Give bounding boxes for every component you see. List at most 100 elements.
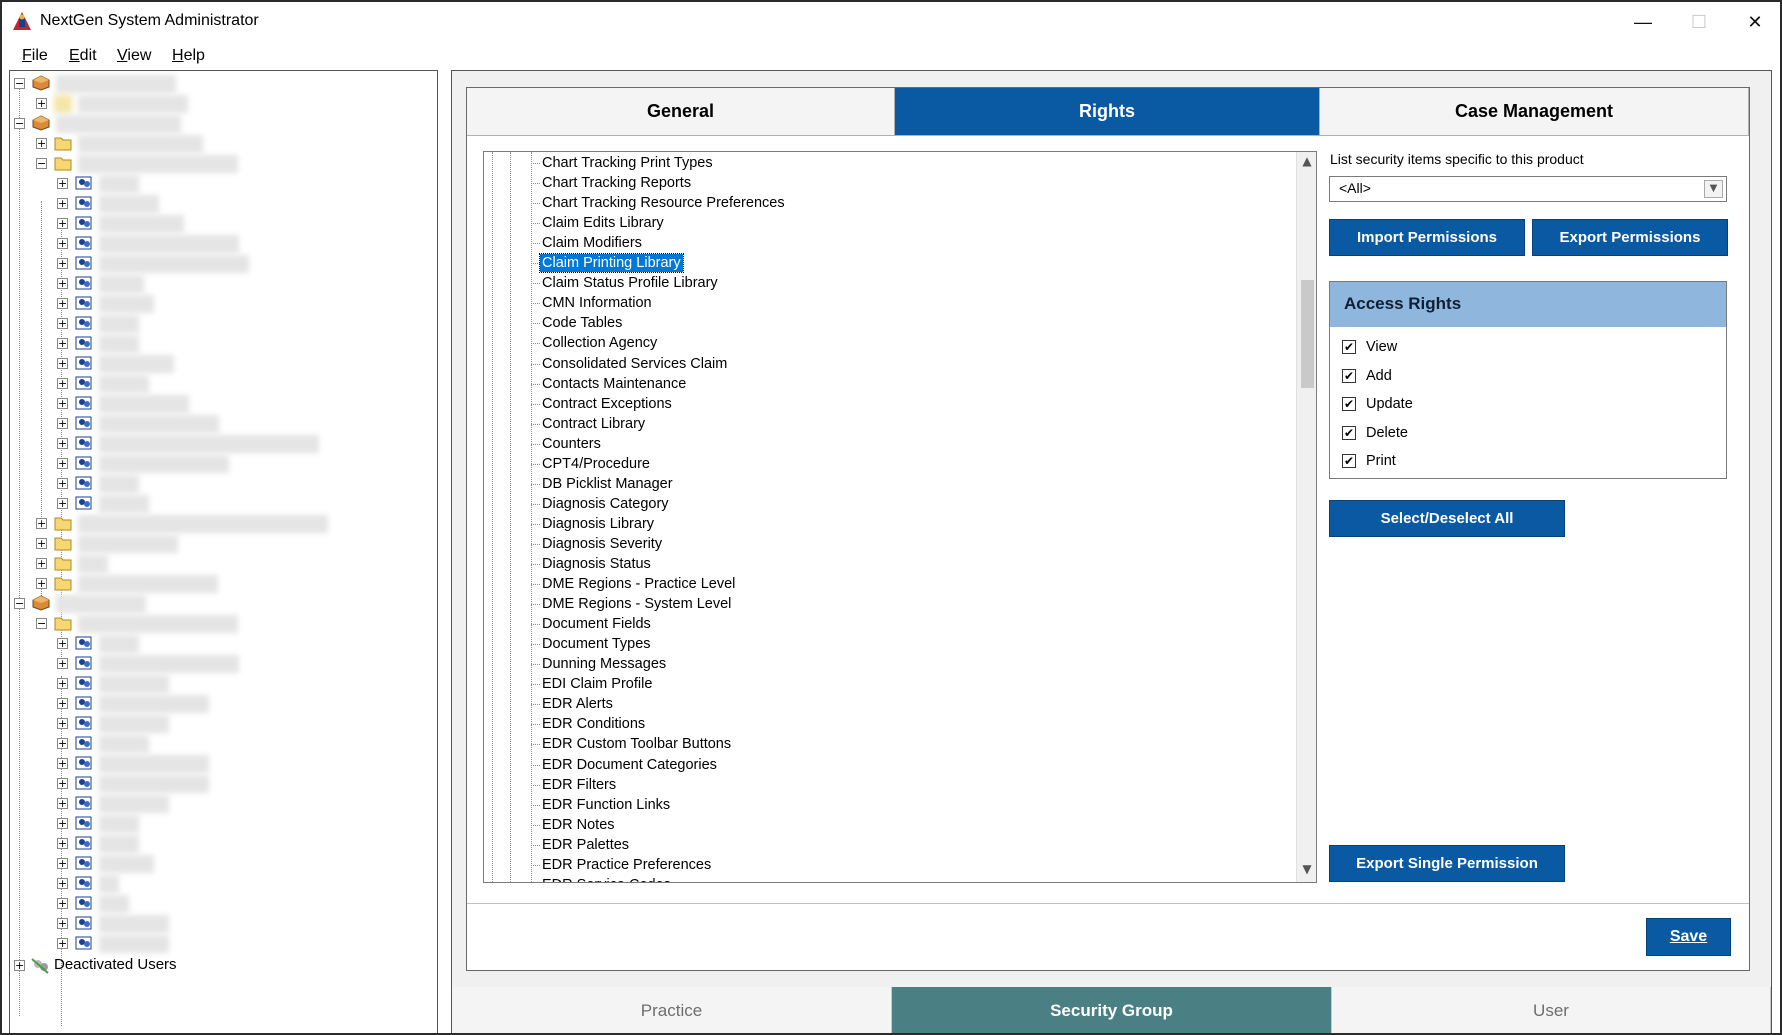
list-item[interactable]: Contacts Maintenance [542, 375, 686, 393]
expand-icon[interactable]: + [57, 938, 68, 949]
tree-node[interactable]: + [10, 734, 430, 754]
expand-icon[interactable]: + [57, 918, 68, 929]
expand-icon[interactable]: + [57, 358, 68, 369]
tree-node[interactable]: + [10, 934, 430, 954]
menu-view[interactable]: View [117, 47, 151, 65]
collapse-icon[interactable]: − [36, 158, 47, 169]
list-item[interactable]: Document Types [542, 635, 651, 653]
list-item[interactable]: DB Picklist Manager [542, 475, 673, 493]
tree-node[interactable]: + [10, 374, 430, 394]
expand-icon[interactable]: + [57, 418, 68, 429]
menu-file[interactable]: File [22, 47, 48, 65]
menu-help[interactable]: Help [172, 47, 205, 65]
list-item[interactable]: Contract Exceptions [542, 395, 672, 413]
expand-icon[interactable]: + [57, 798, 68, 809]
list-item[interactable]: Dunning Messages [542, 655, 666, 673]
export-single-permission-button[interactable]: Export Single Permission [1329, 845, 1565, 882]
tree-node[interactable]: + [10, 414, 430, 434]
list-item[interactable]: Counters [542, 435, 601, 453]
tree-node[interactable]: + [10, 334, 430, 354]
tree-node[interactable]: + [10, 354, 430, 374]
list-item[interactable]: Claim Printing Library [539, 253, 684, 274]
collapse-icon[interactable]: − [14, 78, 25, 89]
minimize-button[interactable]: — [1615, 6, 1671, 38]
tree-node[interactable]: + [10, 654, 430, 674]
collapse-icon[interactable]: − [14, 118, 25, 129]
list-item[interactable]: EDR Custom Toolbar Buttons [542, 735, 731, 753]
list-item[interactable]: Claim Status Profile Library [542, 274, 718, 292]
tree-node[interactable]: − [10, 614, 430, 634]
tree-node[interactable]: + [10, 134, 430, 154]
tree-node[interactable]: + [10, 854, 430, 874]
list-item[interactable]: Diagnosis Library [542, 515, 654, 533]
product-filter-select[interactable]: <All> ▼ [1329, 176, 1727, 202]
list-item[interactable]: Claim Edits Library [542, 214, 664, 232]
select-deselect-all-button[interactable]: Select/Deselect All [1329, 500, 1565, 537]
expand-icon[interactable]: + [57, 198, 68, 209]
expand-icon[interactable]: + [57, 338, 68, 349]
expand-icon[interactable]: + [57, 178, 68, 189]
menu-edit[interactable]: Edit [69, 47, 97, 65]
list-item[interactable]: EDR Function Links [542, 796, 670, 814]
list-item[interactable]: CMN Information [542, 294, 652, 312]
list-item[interactable]: EDR Conditions [542, 715, 645, 733]
expand-icon[interactable]: + [57, 698, 68, 709]
checkbox[interactable]: ✔ [1342, 425, 1356, 440]
list-item[interactable]: EDR Notes [542, 816, 615, 834]
close-button[interactable]: ✕ [1727, 6, 1780, 38]
chevron-down-icon[interactable]: ▼ [1704, 180, 1723, 198]
expand-icon[interactable]: + [57, 478, 68, 489]
tab-rights[interactable]: Rights [895, 88, 1320, 136]
list-item[interactable]: Contract Library [542, 415, 645, 433]
expand-icon[interactable]: + [57, 318, 68, 329]
list-item[interactable]: Diagnosis Status [542, 555, 651, 573]
scroll-up-icon[interactable]: ▲ [1297, 154, 1316, 172]
tree-node[interactable]: − [10, 594, 430, 614]
collapse-icon[interactable]: − [14, 598, 25, 609]
tree-node[interactable]: + [10, 794, 430, 814]
expand-icon[interactable]: + [57, 898, 68, 909]
tree-node[interactable]: + [10, 754, 430, 774]
expand-icon[interactable]: + [57, 298, 68, 309]
tree-node[interactable]: − [10, 74, 430, 94]
maximize-button[interactable]: ☐ [1671, 6, 1727, 38]
tree-node[interactable]: + [10, 394, 430, 414]
tree-node[interactable]: + [10, 634, 430, 654]
tree-node[interactable]: + [10, 914, 430, 934]
tree-node[interactable]: + [10, 274, 430, 294]
export-permissions-button[interactable]: Export Permissions [1532, 219, 1728, 256]
expand-icon[interactable]: + [57, 278, 68, 289]
expand-icon[interactable]: + [57, 738, 68, 749]
expand-icon[interactable]: + [57, 218, 68, 229]
tab-general[interactable]: General [467, 88, 895, 136]
collapse-icon[interactable]: − [36, 618, 47, 629]
checkbox[interactable]: ✔ [1342, 397, 1356, 411]
list-item[interactable]: EDR Document Categories [542, 756, 717, 774]
tree-node[interactable]: + [10, 714, 430, 734]
tree-node[interactable]: + [10, 574, 430, 594]
expand-icon[interactable]: + [57, 678, 68, 689]
expand-icon[interactable]: + [36, 578, 47, 589]
security-items-list[interactable]: ▲ ▼ Chart Tracking Print Types Chart Trac… [483, 151, 1317, 883]
expand-icon[interactable]: + [57, 638, 68, 649]
expand-icon[interactable]: + [57, 838, 68, 849]
tab-security-group[interactable]: Security Group [892, 987, 1332, 1033]
tree-node[interactable]: + [10, 534, 430, 554]
list-item[interactable]: EDR Service Codes [542, 876, 671, 882]
expand-icon[interactable]: + [57, 398, 68, 409]
tree-node[interactable]: + [10, 514, 430, 534]
expand-icon[interactable]: + [57, 458, 68, 469]
save-button[interactable]: Save [1646, 918, 1731, 956]
expand-icon[interactable]: + [57, 438, 68, 449]
tree-node[interactable]: − [10, 154, 430, 174]
list-item[interactable]: CPT4/Procedure [542, 455, 650, 473]
list-item[interactable]: DME Regions - System Level [542, 595, 731, 613]
expand-icon[interactable]: + [36, 518, 47, 529]
list-item[interactable]: EDR Filters [542, 776, 616, 794]
expand-icon[interactable]: + [57, 498, 68, 509]
expand-icon[interactable]: + [57, 258, 68, 269]
list-item[interactable]: Diagnosis Severity [542, 535, 662, 553]
tree-node[interactable]: + [10, 474, 430, 494]
list-item[interactable]: EDI Claim Profile [542, 675, 652, 693]
tree-node[interactable]: + [10, 94, 430, 114]
